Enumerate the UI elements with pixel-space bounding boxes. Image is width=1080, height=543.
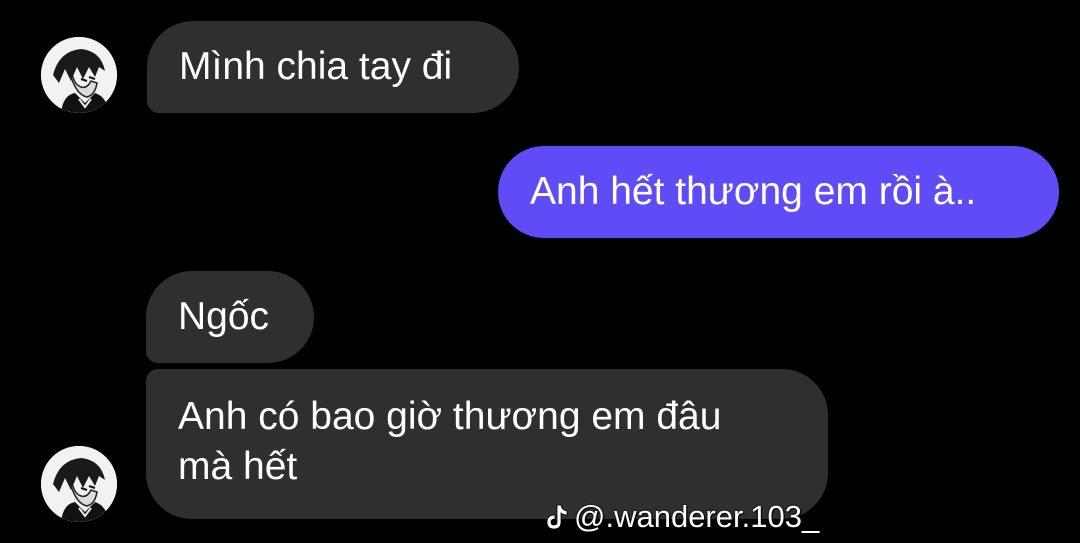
contact-avatar[interactable] <box>41 37 117 113</box>
message-bubble-incoming[interactable]: Mình chia tay đi <box>147 21 519 113</box>
tiktok-icon <box>546 504 568 530</box>
tiktok-watermark: @.wanderer.103_ <box>540 497 819 537</box>
message-text-line: Anh có bao giờ thương em đâu <box>178 395 722 438</box>
contact-avatar[interactable] <box>41 446 117 522</box>
anime-character-icon <box>41 37 117 113</box>
message-bubble-outgoing[interactable]: Anh hết thương em rồi à.. <box>498 146 1059 238</box>
message-text-line: mà hết <box>178 445 298 488</box>
message-text: Ngốc <box>178 295 270 338</box>
message-text: Anh hết thương em rồi à.. <box>530 170 977 213</box>
anime-character-icon <box>41 446 117 522</box>
watermark-handle: @.wanderer.103_ <box>574 499 820 534</box>
message-bubble-incoming[interactable]: Ngốc <box>146 271 314 363</box>
message-text: Mình chia tay đi <box>179 45 453 88</box>
